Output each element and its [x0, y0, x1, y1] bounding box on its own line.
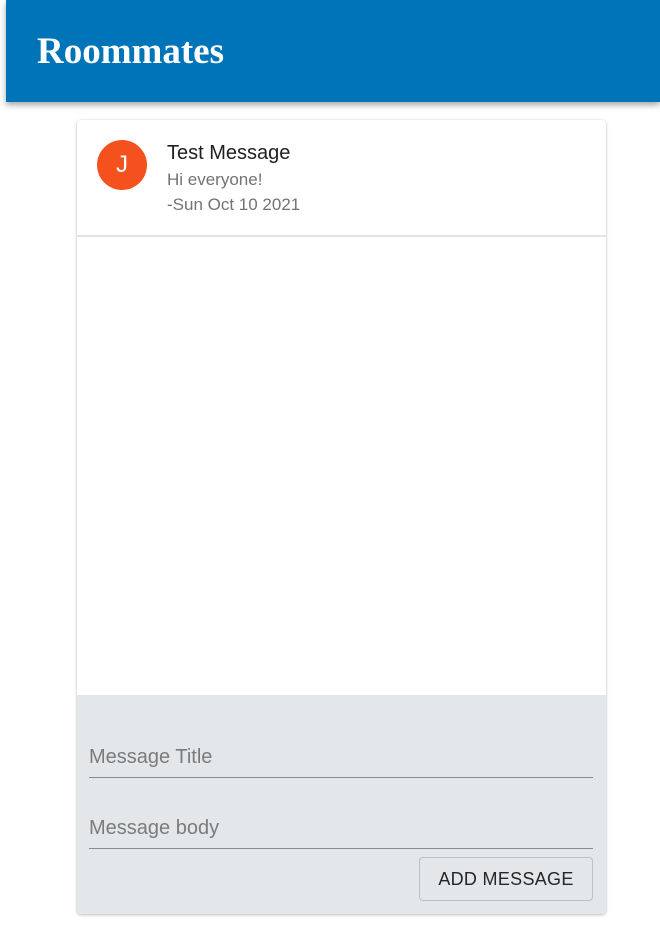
message-item[interactable]: J Test Message Hi everyone! -Sun Oct 10 …	[77, 120, 606, 237]
app-bar: Roommates	[6, 0, 660, 102]
app-title: Roommates	[37, 31, 225, 72]
add-message-button[interactable]: ADD MESSAGE	[419, 857, 593, 901]
message-body: Hi everyone!	[167, 170, 263, 189]
message-date: -Sun Oct 10 2021	[167, 195, 301, 214]
message-title-input[interactable]	[89, 737, 593, 778]
message-list: J Test Message Hi everyone! -Sun Oct 10 …	[77, 120, 606, 695]
message-body-input[interactable]	[89, 808, 593, 849]
user-avatar: J	[97, 140, 147, 190]
messages-card: J Test Message Hi everyone! -Sun Oct 10 …	[77, 120, 606, 914]
message-composer: ADD MESSAGE	[77, 695, 606, 914]
message-title: Test Message	[167, 142, 291, 164]
